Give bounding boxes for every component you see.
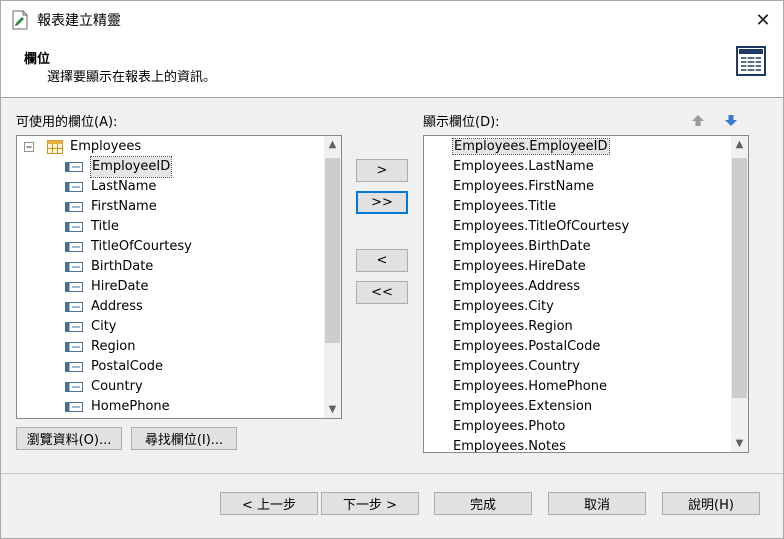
- scroll-thumb[interactable]: [325, 158, 340, 343]
- report-table-icon: [736, 46, 766, 76]
- scroll-down-icon[interactable]: ▼: [324, 401, 341, 418]
- close-button[interactable]: ✕: [743, 1, 783, 39]
- back-button[interactable]: < 上一步: [220, 492, 318, 515]
- field-label: Employees.Extension: [453, 399, 593, 414]
- display-field-item[interactable]: Employees.Country: [453, 357, 580, 377]
- field-label: LastName: [91, 179, 157, 194]
- display-field-item[interactable]: Employees.BirthDate: [453, 237, 591, 257]
- report-wizard-window: 報表建立精靈 ✕ 欄位 選擇要顯示在報表上的資訊。 可使用的欄位(A): Emp…: [0, 0, 784, 539]
- field-label: FirstName: [91, 199, 157, 214]
- field-icon: [65, 262, 83, 272]
- browse-data-button[interactable]: 瀏覽資料(O)...: [16, 427, 122, 450]
- page-title: 欄位: [24, 52, 51, 67]
- field-icon: [65, 322, 83, 332]
- scroll-up-icon[interactable]: ▲: [324, 136, 341, 153]
- display-field-item[interactable]: Employees.Photo: [453, 417, 565, 437]
- available-fields-tree[interactable]: Employees ▲ ▼ EmployeeID LastName FirstNam…: [16, 135, 342, 419]
- field-label: Employees.PostalCode: [453, 339, 601, 354]
- field-icon: [65, 302, 83, 312]
- field-icon: [65, 202, 83, 212]
- display-field-item[interactable]: Employees.Notes: [453, 437, 566, 453]
- field-label: Employees.EmployeeID: [452, 138, 610, 155]
- page-subtitle: 選擇要顯示在報表上的資訊。: [47, 70, 217, 85]
- field-label: TitleOfCourtesy: [91, 239, 192, 254]
- remove-field-button[interactable]: <: [356, 249, 408, 272]
- field-label: Country: [91, 379, 143, 394]
- scroll-thumb[interactable]: [732, 158, 747, 398]
- field-label: Employees.TitleOfCourtesy: [453, 219, 630, 234]
- display-field-item[interactable]: Employees.PostalCode: [453, 337, 600, 357]
- display-field-item[interactable]: Employees.HomePhone: [453, 377, 607, 397]
- field-label: Employees.LastName: [453, 159, 594, 174]
- display-fields-list[interactable]: Employees.Notes Employees.Photo Employees.…: [423, 135, 749, 453]
- field-label: City: [91, 319, 117, 334]
- field-label: Employees.Title: [453, 199, 557, 214]
- remove-all-fields-button[interactable]: <<: [356, 281, 408, 304]
- close-icon: ✕: [755, 9, 771, 31]
- field-label: Title: [91, 219, 119, 234]
- field-icon: [65, 342, 83, 352]
- field-label: Address: [91, 299, 143, 314]
- field-icon: [65, 162, 83, 172]
- display-scrollbar[interactable]: ▲ ▼: [731, 136, 748, 452]
- help-button[interactable]: 說明(H): [662, 492, 760, 515]
- field-label: Employees.FirstName: [453, 179, 595, 194]
- next-button[interactable]: 下一步 >: [321, 492, 419, 515]
- available-fields-label: 可使用的欄位(A):: [16, 115, 118, 130]
- available-scrollbar[interactable]: ▲ ▼: [324, 136, 341, 418]
- field-icon: [65, 402, 83, 412]
- collapse-icon[interactable]: [24, 142, 34, 152]
- display-field-item[interactable]: Employees.Title: [453, 197, 556, 217]
- field-label: Employees.Notes: [453, 439, 566, 453]
- field-label: BirthDate: [91, 259, 154, 274]
- display-field-item[interactable]: Employees.EmployeeID: [452, 137, 610, 157]
- field-label: Employees.Country: [453, 359, 580, 374]
- display-field-item[interactable]: Employees.Region: [453, 317, 573, 337]
- field-icon: [65, 282, 83, 292]
- field-label: Employees.HireDate: [453, 259, 586, 274]
- find-field-button[interactable]: 尋找欄位(I)...: [131, 427, 237, 450]
- scroll-down-icon[interactable]: ▼: [731, 435, 748, 452]
- cancel-button[interactable]: 取消: [548, 492, 646, 515]
- field-label: Employees.Address: [453, 279, 581, 294]
- field-label: Employees.BirthDate: [453, 239, 591, 254]
- field-icon: [65, 362, 83, 372]
- field-label: Employees.Photo: [453, 419, 566, 434]
- display-field-item[interactable]: Employees.City: [453, 297, 554, 317]
- display-field-item[interactable]: Employees.Address: [453, 277, 580, 297]
- scroll-up-icon[interactable]: ▲: [731, 136, 748, 153]
- display-field-item[interactable]: Employees.TitleOfCourtesy: [453, 217, 629, 237]
- display-field-item[interactable]: Employees.FirstName: [453, 177, 594, 197]
- tree-root-employees[interactable]: Employees: [24, 137, 304, 157]
- display-field-item[interactable]: Employees.Extension: [453, 397, 592, 417]
- footer-divider: [1, 473, 783, 474]
- field-label: EmployeeID: [89, 156, 173, 178]
- table-name: Employees: [70, 139, 142, 154]
- field-label: Region: [91, 339, 136, 354]
- field-icon: [65, 222, 83, 232]
- wizard-header: 欄位 選擇要顯示在報表上的資訊。: [1, 39, 783, 98]
- finish-button[interactable]: 完成: [434, 492, 532, 515]
- window-title: 報表建立精靈: [37, 13, 121, 29]
- display-fields-label: 顯示欄位(D):: [423, 115, 500, 130]
- title-bar: 報表建立精靈 ✕: [1, 1, 783, 39]
- display-field-item[interactable]: Employees.LastName: [453, 157, 594, 177]
- report-wizard-app-icon: [12, 10, 28, 30]
- display-field-item[interactable]: Employees.HireDate: [453, 257, 586, 277]
- move-down-icon[interactable]: [724, 114, 738, 127]
- field-icon: [65, 242, 83, 252]
- field-icon: [65, 182, 83, 192]
- field-label: Employees.City: [453, 299, 554, 314]
- field-label: Employees.Region: [453, 319, 573, 334]
- add-all-fields-button[interactable]: >>: [356, 191, 408, 214]
- field-label: PostalCode: [91, 359, 164, 374]
- add-field-button[interactable]: >: [356, 159, 408, 182]
- field-label: HomePhone: [91, 399, 170, 414]
- move-up-icon[interactable]: [691, 114, 705, 127]
- field-icon: [65, 382, 83, 392]
- field-label: HireDate: [91, 279, 149, 294]
- field-label: Employees.HomePhone: [453, 379, 607, 394]
- table-icon: [47, 140, 63, 154]
